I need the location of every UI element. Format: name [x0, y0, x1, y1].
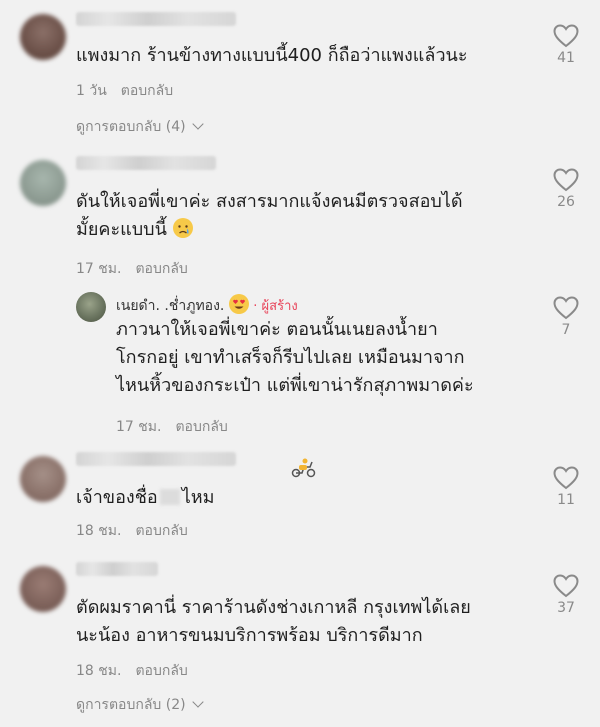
- comment-text-line2: นะน้อง อาหารขนมบริการพร้อม บริการดีมาก: [76, 625, 423, 646]
- creator-badge: · ผู้สร้าง: [253, 299, 298, 314]
- reply-time: 17 ชม.: [116, 419, 162, 435]
- creator-name[interactable]: เนยดำ. .ช่ำภูทอง.: [116, 298, 224, 314]
- comment-text-line1: ตัดผมราคานี่ ราคาร้านดังช่างเกาหลี กรุงเ…: [76, 597, 471, 618]
- reply-button[interactable]: ตอบกลับ: [135, 523, 187, 539]
- comment-text-line2-label: มั้ยคะแบบนี้: [76, 219, 167, 240]
- like-button[interactable]: 26: [546, 168, 586, 210]
- comment-text-line1: ดันให้เจอพี่เขาค่ะ สงสารมากแจ้งคนมีตรวจส…: [76, 191, 463, 212]
- chevron-down-icon: [191, 118, 204, 130]
- view-replies-button[interactable]: ดูการตอบกลับ (4): [76, 116, 204, 138]
- comment-meta: 17 ชม. ตอบกลับ: [76, 258, 188, 280]
- reply-button[interactable]: ตอบกลับ: [175, 419, 227, 435]
- creator-reply-line1: ภาวนาให้เจอพี่เขาค่ะ ตอนนั้นเนยลงน้ำยา: [116, 319, 438, 340]
- creator-name-row: เนยดำ. .ช่ำภูทอง. · ผู้สร้าง: [116, 294, 298, 317]
- name-blurred: [159, 489, 180, 505]
- comment-time: 18 ชม.: [76, 663, 122, 679]
- chevron-down-icon: [191, 696, 204, 708]
- like-button[interactable]: 37: [546, 574, 586, 616]
- heart-outline-icon: [553, 466, 579, 490]
- like-count: 7: [561, 322, 571, 338]
- comment-text-prefix: เจ้าของชื่อ: [76, 487, 158, 508]
- comment-time: 1 วัน: [76, 83, 107, 99]
- like-button[interactable]: 7: [546, 296, 586, 338]
- view-replies-button[interactable]: ดูการตอบกลับ (2): [76, 694, 204, 716]
- comment-meta: 18 ชม. ตอบกลับ: [76, 520, 188, 542]
- reply-meta: 17 ชม. ตอบกลับ: [116, 416, 228, 438]
- comment-time: 17 ชม.: [76, 261, 122, 277]
- like-count: 26: [557, 194, 575, 210]
- comment-time: 18 ชม.: [76, 523, 122, 539]
- creator-avatar[interactable]: [76, 292, 106, 322]
- avatar[interactable]: [20, 14, 66, 60]
- like-count: 41: [557, 50, 575, 66]
- crying-face-emoji-icon: [172, 218, 193, 238]
- like-button[interactable]: 11: [546, 466, 586, 508]
- username-blurred[interactable]: [76, 562, 158, 576]
- username-blurred[interactable]: [76, 156, 216, 170]
- comment-text: แพงมาก ร้านข้างทางแบบนี้400 ก็ถือว่าแพงแ…: [76, 45, 468, 66]
- view-replies-label: ดูการตอบกลับ (4): [76, 119, 186, 135]
- comment-meta: 1 วัน ตอบกลับ: [76, 80, 173, 102]
- creator-reply-line3: ไหนหิ้วของกระเป๋า แต่พี่เขาน่ารักสุภาพมา…: [116, 375, 474, 396]
- comment-text-line2: มั้ยคะแบบนี้: [76, 218, 193, 242]
- username-blurred[interactable]: [76, 452, 236, 466]
- view-replies-label: ดูการตอบกลับ (2): [76, 697, 186, 713]
- avatar[interactable]: [20, 160, 66, 206]
- username-blurred[interactable]: [76, 12, 236, 26]
- comment-text: เจ้าของชื่อ ไหม: [76, 486, 215, 510]
- scooter-sticker-icon: [291, 458, 316, 478]
- heart-outline-icon: [553, 296, 579, 320]
- reply-button[interactable]: ตอบกลับ: [135, 261, 187, 277]
- reply-button[interactable]: ตอบกลับ: [121, 83, 173, 99]
- like-count: 11: [557, 492, 575, 508]
- heart-outline-icon: [553, 168, 579, 192]
- heart-outline-icon: [553, 24, 579, 48]
- comment-text-suffix: ไหม: [181, 487, 215, 508]
- creator-reply-line2: โกรกอยู่ เขาทำเสร็จก็รีบไปเลย เหมือนมาจา…: [116, 347, 465, 368]
- like-button[interactable]: 41: [546, 24, 586, 66]
- heart-eyes-emoji-icon: [228, 294, 249, 314]
- avatar[interactable]: [20, 566, 66, 612]
- reply-button[interactable]: ตอบกลับ: [135, 663, 187, 679]
- comment-meta: 18 ชม. ตอบกลับ: [76, 660, 188, 682]
- like-count: 37: [557, 600, 575, 616]
- avatar[interactable]: [20, 456, 66, 502]
- heart-outline-icon: [553, 574, 579, 598]
